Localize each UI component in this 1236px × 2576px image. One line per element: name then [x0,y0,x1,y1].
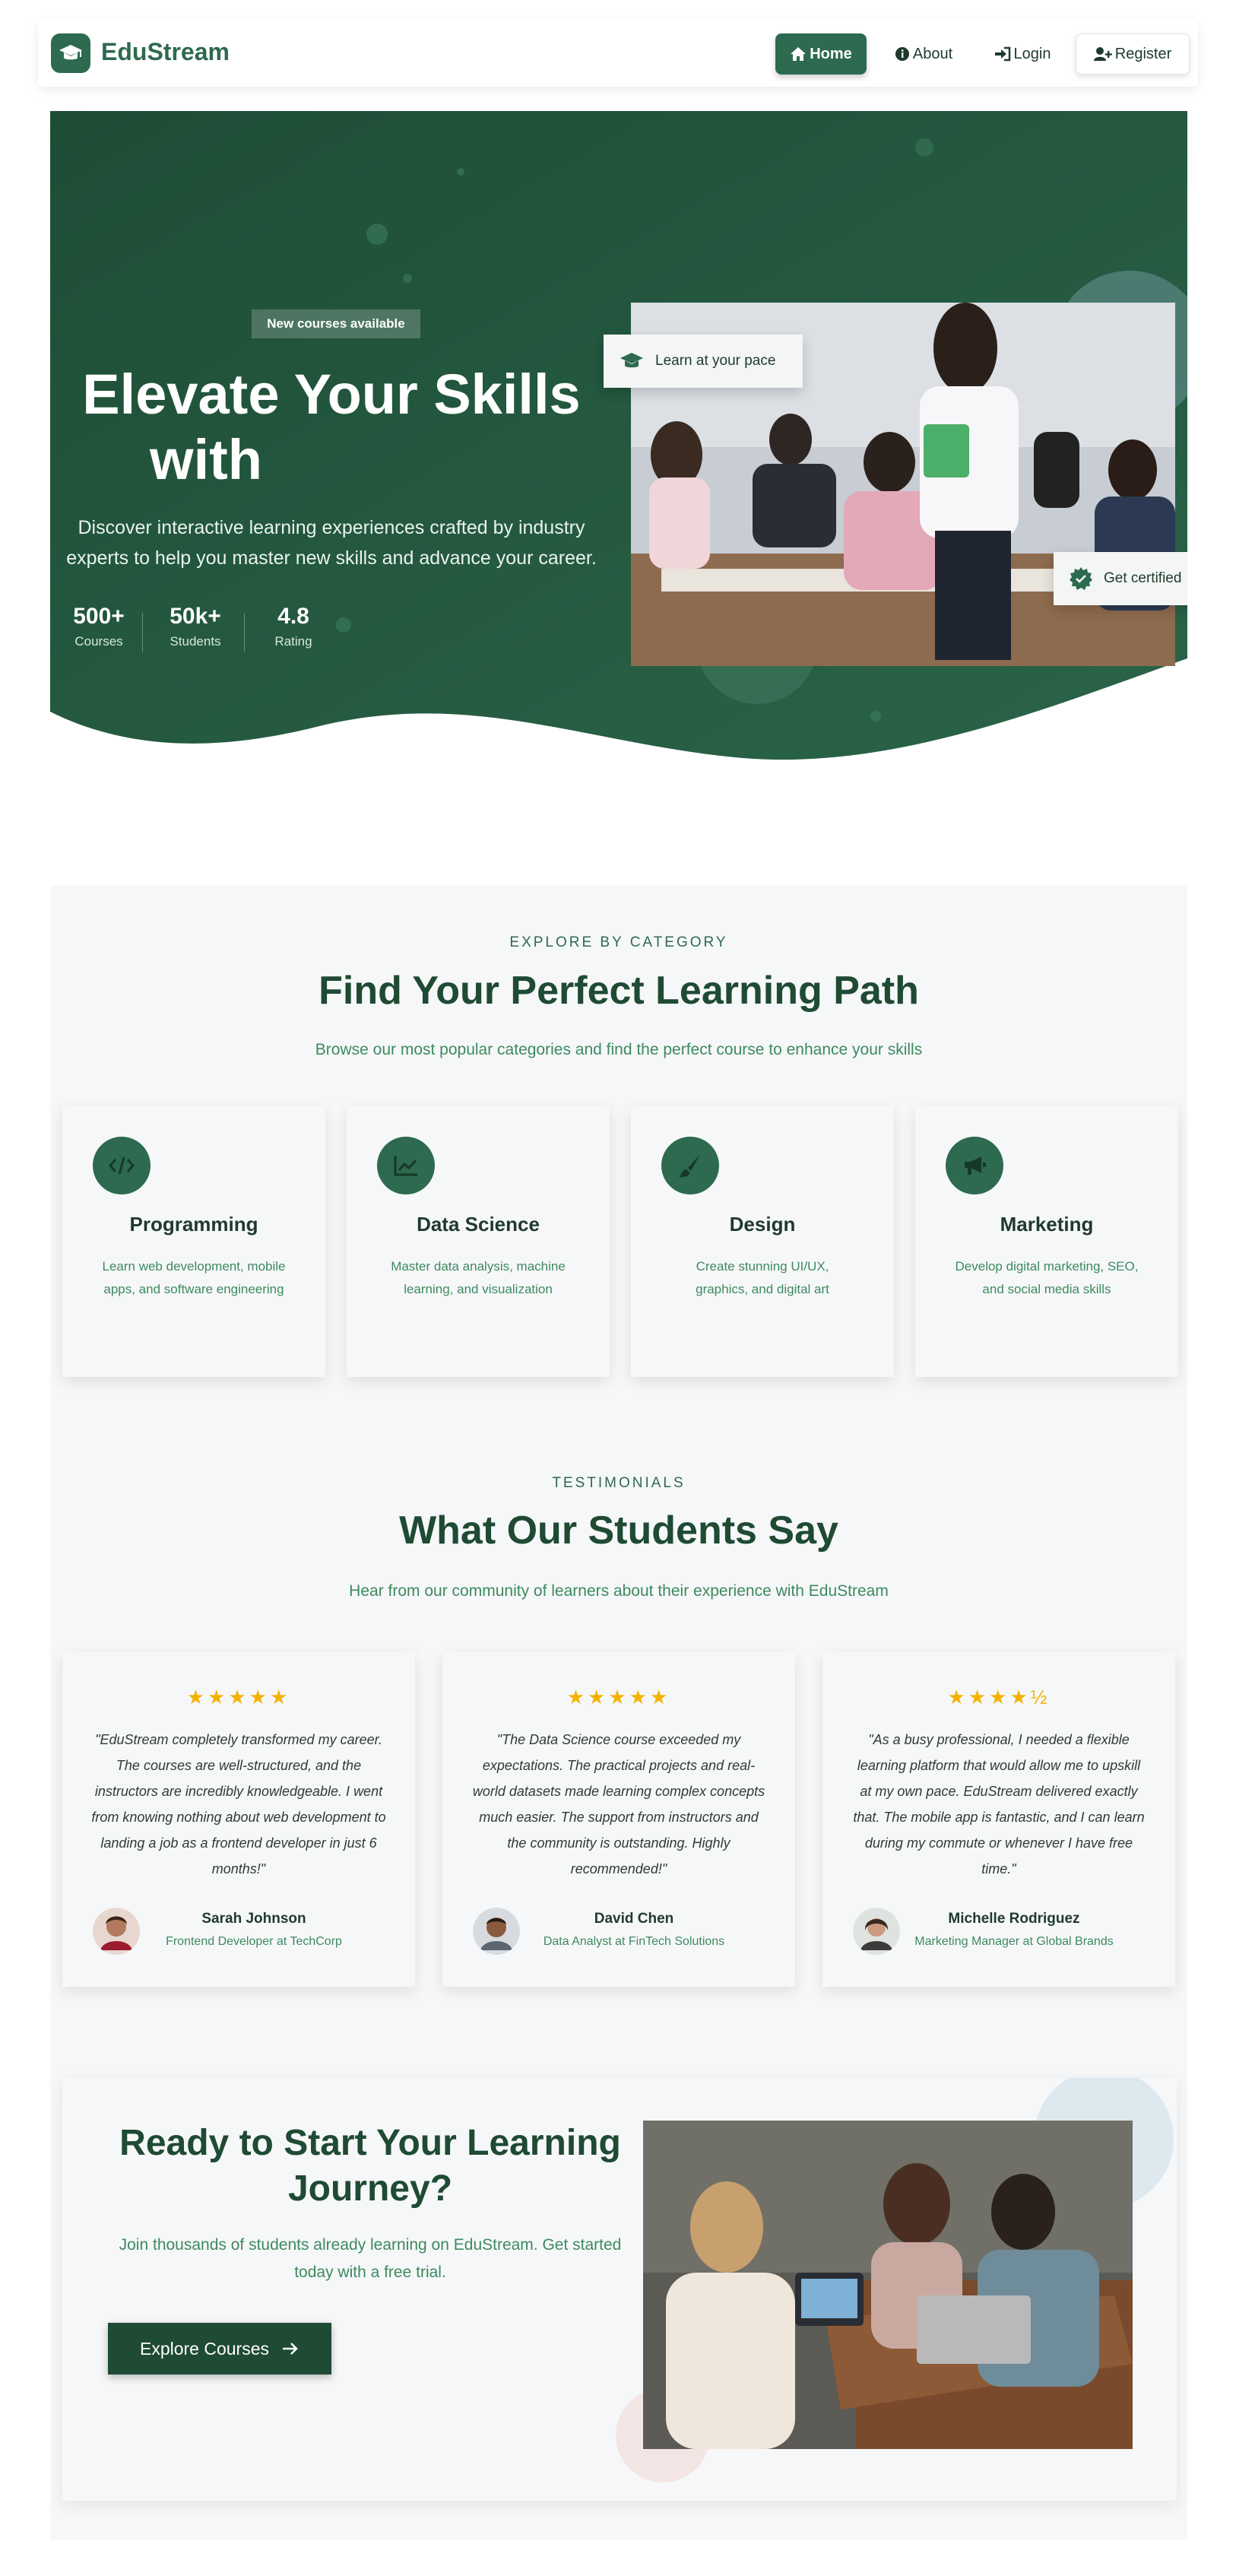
category-card-design[interactable]: Design Create stunning UI/UX, graphics, … [631,1106,894,1377]
stat-courses-value: 500+ [73,604,125,629]
new-courses-badge: New courses available [252,309,420,338]
stat-courses-label: Courses [74,634,123,649]
nav-home-button[interactable]: Home [775,33,867,75]
code-icon [93,1137,151,1194]
rating-stars: ★★★★★ [566,1686,671,1708]
brand-name[interactable]: EduStream [101,38,230,66]
home-icon [791,47,807,61]
stat-rating-label: Rating [274,634,312,649]
login-icon [994,46,1010,62]
hero-title-line2: with [150,428,262,491]
category-card-data-science[interactable]: Data Science Master data analysis, machi… [347,1106,610,1377]
hero-section: New courses available Elevate Your Skill… [50,111,1187,765]
get-certified-label: Get certified [1104,570,1182,586]
get-certified-card: Get certified [1054,552,1187,605]
category-title: Design [729,1213,796,1236]
nav-register-button[interactable]: Register [1076,33,1190,75]
stat-courses: 500+ Courses [61,604,137,649]
stat-divider [244,613,245,652]
user-plus-icon [1093,47,1112,61]
arrow-right-icon [283,2343,298,2355]
stat-divider [142,613,143,652]
cta-card: Ready to Start Your Learning Journey? Jo… [62,2078,1177,2501]
hero-title-line1: Elevate Your Skills [82,363,581,426]
categories-subtitle: Browse our most popular categories and f… [315,1041,923,1058]
testimonial-quote: "As a busy professional, I needed a flex… [853,1732,1145,1876]
info-icon [895,47,909,61]
content-section: EXPLORE BY CATEGORY Find Your Perfect Le… [50,886,1187,2540]
brush-icon [661,1137,719,1194]
hero-title: Elevate Your Skills with [65,362,597,493]
category-desc: Develop digital marketing, SEO, and soci… [955,1259,1139,1296]
category-card-programming[interactable]: Programming Learn web development, mobil… [62,1106,325,1377]
explore-courses-label: Explore Courses [139,2338,270,2359]
category-title: Marketing [1000,1213,1094,1236]
navbar: EduStream Home About Login Register [38,20,1198,87]
graduation-cap-icon[interactable] [51,33,90,73]
categories-eyebrow: EXPLORE BY CATEGORY [509,934,728,950]
category-card-marketing[interactable]: Marketing Develop digital marketing, SEO… [915,1106,1178,1377]
testimonial-quote: "EduStream completely transformed my car… [91,1732,386,1876]
students-studying-image [643,2121,1133,2449]
stat-students: 50k+ Students [154,604,237,649]
nav-home-label: Home [810,45,852,62]
rating-stars: ★★★★½ [947,1686,1051,1708]
testimonial-role: Marketing Manager at Global Brands [914,1935,1114,1948]
nav-login-button[interactable]: Login [981,33,1064,75]
testimonial-card: ★★★★★ "The Data Science course exceeded … [442,1652,795,1987]
hero-subtitle: Discover interactive learning experience… [66,517,597,569]
chart-icon [377,1137,435,1194]
cta-title: Ready to Start Your Learning Journey? [119,2123,621,2209]
cta-subtitle: Join thousands of students already learn… [119,2236,622,2281]
rating-stars: ★★★★★ [186,1686,291,1708]
testimonial-card: ★★★★★ "EduStream completely transformed … [62,1652,415,1987]
category-title: Programming [129,1213,258,1236]
testimonial-role: Frontend Developer at TechCorp [166,1935,342,1948]
stat-students-label: Students [170,634,221,649]
testimonials-title: What Our Students Say [399,1508,838,1553]
nav-register-label: Register [1114,45,1172,62]
category-desc: Learn web development, mobile apps, and … [102,1259,286,1296]
nav-login-label: Login [1013,45,1051,62]
testimonial-name: David Chen [594,1911,674,1927]
certificate-icon [1070,567,1092,590]
testimonial-name: Michelle Rodriguez [948,1911,1080,1927]
category-desc: Create stunning UI/UX, graphics, and dig… [696,1259,829,1296]
categories-title: Find Your Perfect Learning Path [319,969,919,1013]
stat-students-value: 50k+ [170,604,221,629]
megaphone-icon [946,1137,1003,1194]
explore-courses-button[interactable]: Explore Courses [108,2323,331,2375]
testimonials-subtitle: Hear from our community of learners abou… [349,1582,889,1600]
stat-rating-value: 4.8 [277,604,309,629]
testimonials-eyebrow: TESTIMONIALS [552,1475,686,1491]
testimonial-name: Sarah Johnson [201,1911,306,1927]
nav-about-label: About [912,45,953,62]
graduation-cap-icon [620,353,643,368]
testimonial-role: Data Analyst at FinTech Solutions [543,1935,725,1948]
testimonial-card: ★★★★½ "As a busy professional, I needed … [822,1652,1175,1987]
stat-rating: 4.8 Rating [255,604,331,649]
testimonial-quote: "The Data Science course exceeded my exp… [472,1732,765,1876]
nav-about-button[interactable]: About [882,33,965,75]
learn-at-your-pace-card: Learn at your pace [604,335,803,388]
category-title: Data Science [417,1213,540,1236]
category-desc: Master data analysis, machine learning, … [391,1259,566,1296]
learn-at-your-pace-label: Learn at your pace [655,353,776,369]
